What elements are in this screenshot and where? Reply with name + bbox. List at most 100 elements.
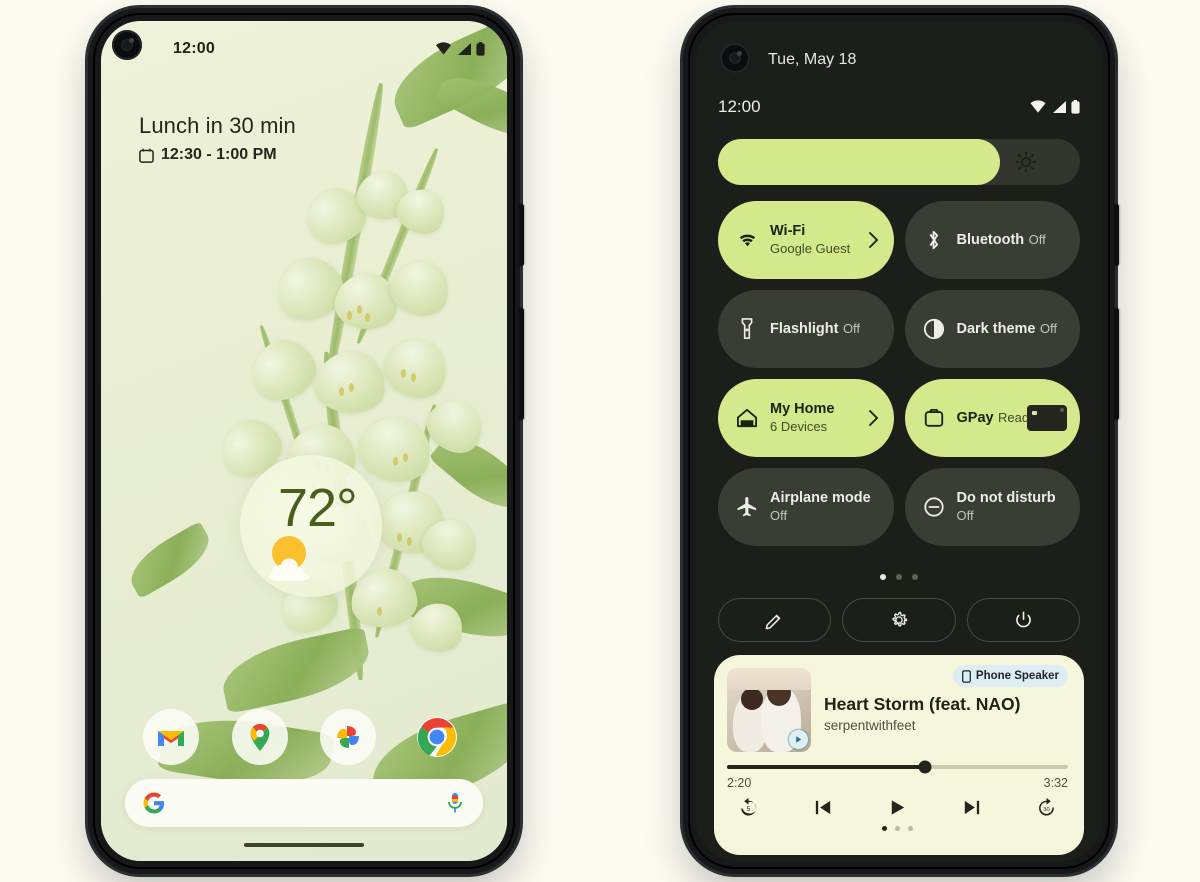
quick-settings-panel: Tue, May 18 12:00 Wi-Fi Google Guest Blu…: [696, 21, 1102, 861]
dock-item-chrome[interactable]: [409, 709, 465, 765]
tile-sublabel: Off: [956, 508, 974, 523]
wifi-icon: [1029, 100, 1047, 114]
flashlight-icon: [734, 318, 760, 340]
google-g-icon: [143, 792, 165, 814]
phone-right: Tue, May 18 12:00 Wi-Fi Google Guest Blu…: [683, 8, 1119, 874]
power-button[interactable]: [966, 598, 1080, 642]
home-icon: [734, 408, 760, 428]
screenshot-stage: 12:00 Lunch in 30 min 12:30 - 1:00 PM 72…: [0, 0, 1200, 882]
media-info: Phone Speaker Heart Storm (feat. NAO) se…: [824, 665, 1068, 752]
svg-text:5: 5: [747, 806, 751, 813]
at-a-glance-widget[interactable]: Lunch in 30 min 12:30 - 1:00 PM: [139, 113, 296, 164]
tile-label: Dark theme: [956, 321, 1036, 337]
phone-left: 12:00 Lunch in 30 min 12:30 - 1:00 PM 72…: [88, 8, 524, 874]
page-dot[interactable]: [895, 826, 900, 831]
glance-title: Lunch in 30 min: [139, 113, 296, 138]
quick-settings-tiles: Wi-Fi Google Guest Bluetooth Off Flashli…: [718, 201, 1080, 546]
duration-time: 3:32: [1043, 776, 1068, 790]
glance-time-range: 12:30 - 1:00 PM: [161, 146, 277, 163]
tile-sublabel: Off: [1039, 321, 1058, 336]
status-icons: [435, 42, 485, 56]
chevron-right-icon[interactable]: [868, 410, 879, 427]
tile-text: GPay Ready: [957, 409, 1036, 427]
media-player: Phone Speaker Heart Storm (feat. NAO) se…: [714, 655, 1084, 855]
page-dot[interactable]: [882, 826, 887, 831]
tile-flashlight[interactable]: Flashlight Off: [718, 290, 894, 368]
dock-item-photos[interactable]: [320, 709, 377, 765]
payment-card-icon: [1027, 405, 1067, 431]
play-icon[interactable]: [887, 797, 908, 818]
brightness-slider[interactable]: [718, 139, 1080, 185]
power-button-left[interactable]: [519, 204, 524, 266]
brightness-fill: [718, 139, 1001, 185]
contrast-icon: [921, 318, 947, 340]
weather-temperature: 72°: [278, 478, 358, 538]
tile-text: Wi-Fi Google Guest: [770, 222, 878, 258]
tile-sublabel: Google Guest: [770, 241, 851, 256]
quick-settings-actions: [718, 598, 1080, 642]
media-header: Phone Speaker Heart Storm (feat. NAO) se…: [727, 665, 1068, 752]
tile-my-home[interactable]: My Home 6 Devices: [718, 379, 894, 457]
edit-tiles-button[interactable]: [718, 598, 832, 642]
output-device-label: Phone Speaker: [975, 670, 1059, 682]
media-progress-bar[interactable]: [727, 760, 1068, 774]
tile-sublabel: Off: [1028, 232, 1046, 247]
tile-wifi[interactable]: Wi-Fi Google Guest: [718, 201, 894, 279]
tile-label: My Home: [770, 401, 835, 417]
skip-next-icon[interactable]: [961, 797, 982, 818]
wifi-icon: [734, 232, 760, 249]
output-device-chip[interactable]: Phone Speaker: [952, 665, 1068, 687]
settings-button[interactable]: [842, 598, 956, 642]
calendar-icon: [139, 148, 154, 163]
media-controls: 5 30: [727, 796, 1068, 819]
tile-label: GPay: [956, 410, 994, 426]
tile-airplane-mode[interactable]: Airplane mode Off: [718, 468, 894, 546]
quick-settings-page-dots[interactable]: [696, 574, 1102, 580]
tile-do-not-disturb[interactable]: Do not disturb Off: [904, 468, 1080, 546]
tile-label: Flashlight: [770, 321, 839, 337]
progress-knob[interactable]: [918, 760, 932, 774]
page-dot[interactable]: [880, 574, 886, 580]
status-date: Tue, May 18: [768, 51, 857, 68]
power-button-right[interactable]: [1114, 204, 1119, 266]
tile-text: Bluetooth Off: [957, 231, 1046, 249]
svg-text:30: 30: [1043, 807, 1049, 813]
tile-text: Airplane mode Off: [770, 489, 878, 525]
replay-5-icon[interactable]: 5: [737, 796, 760, 819]
dock-item-gmail[interactable]: [143, 709, 200, 765]
play-badge-icon[interactable]: [789, 730, 808, 749]
page-dot[interactable]: [908, 826, 913, 831]
phone-icon: [961, 669, 971, 683]
gear-icon: [889, 610, 909, 630]
status-time: 12:00: [718, 97, 761, 116]
progress-fill: [727, 765, 925, 769]
skip-previous-icon[interactable]: [813, 797, 834, 818]
wallet-icon: [921, 408, 947, 428]
tile-label: Bluetooth: [956, 232, 1025, 248]
status-time: 12:00: [173, 40, 215, 57]
gesture-home-indicator[interactable]: [244, 843, 364, 847]
tile-dark-theme[interactable]: Dark theme Off: [904, 290, 1080, 368]
volume-button-left[interactable]: [519, 308, 524, 420]
home-screen: 12:00 Lunch in 30 min 12:30 - 1:00 PM 72…: [101, 21, 507, 861]
chevron-right-icon[interactable]: [868, 232, 879, 249]
page-dot[interactable]: [896, 574, 902, 580]
elapsed-time: 2:20: [727, 776, 752, 790]
album-art[interactable]: [727, 668, 811, 752]
weather-widget[interactable]: 72°: [240, 455, 382, 597]
front-camera: [112, 30, 142, 60]
dock-item-maps[interactable]: [231, 709, 288, 765]
brightness-icon: [1014, 151, 1037, 173]
tile-text: Do not disturb Off: [957, 489, 1065, 525]
forward-30-icon[interactable]: 30: [1035, 796, 1058, 819]
google-search-bar[interactable]: [125, 779, 483, 827]
page-dot[interactable]: [912, 574, 918, 580]
volume-button-right[interactable]: [1114, 308, 1119, 420]
microphone-icon[interactable]: [445, 792, 465, 814]
media-times: 2:20 3:32: [727, 776, 1068, 790]
media-page-dots[interactable]: [727, 826, 1068, 831]
tile-bluetooth[interactable]: Bluetooth Off: [904, 201, 1080, 279]
tile-label: Airplane mode: [770, 490, 871, 506]
tile-gpay[interactable]: GPay Ready: [904, 379, 1080, 457]
tile-text: Flashlight Off: [770, 320, 860, 338]
